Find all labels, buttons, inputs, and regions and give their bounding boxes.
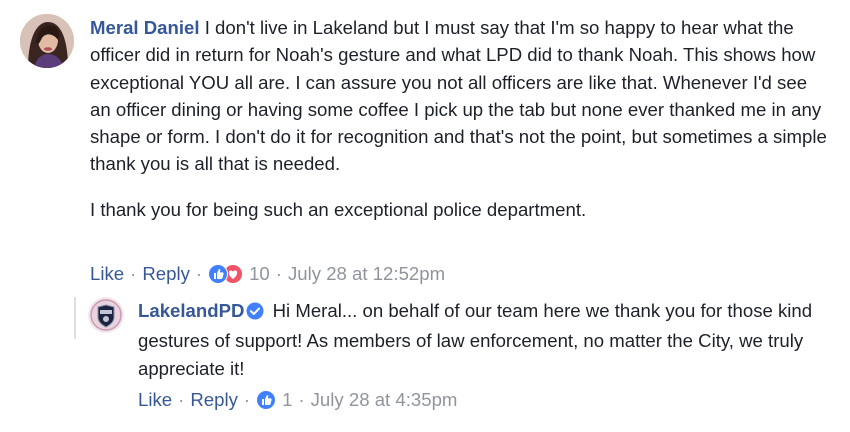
comment-author-link[interactable]: Meral Daniel bbox=[90, 17, 200, 38]
comment-text: I don't live in Lakeland but I must say … bbox=[90, 17, 827, 175]
separator-dot: · bbox=[243, 389, 251, 410]
comment-text-paragraph: I thank you for being such an exceptiona… bbox=[90, 198, 587, 220]
reaction-count[interactable]: 10 bbox=[249, 262, 270, 286]
avatar[interactable] bbox=[20, 14, 74, 68]
reactions-summary[interactable] bbox=[208, 264, 244, 284]
like-icon bbox=[256, 390, 277, 410]
separator-dot: · bbox=[298, 389, 305, 410]
separator-dot: · bbox=[130, 263, 137, 284]
reply-author-link[interactable]: LakelandPD bbox=[138, 300, 244, 321]
reply-link[interactable]: Reply bbox=[190, 388, 238, 412]
avatar[interactable] bbox=[88, 297, 124, 333]
reply-body: LakelandPD Hi Meral... on behalf of our … bbox=[138, 297, 848, 382]
reply-actions: Like · Reply · 1 · July 28 at 4:35pm bbox=[138, 388, 457, 412]
separator-dot: · bbox=[195, 263, 203, 284]
like-link[interactable]: Like bbox=[90, 262, 124, 286]
reaction-count[interactable]: 1 bbox=[282, 388, 292, 412]
timestamp[interactable]: July 28 at 4:35pm bbox=[311, 388, 458, 412]
timestamp[interactable]: July 28 at 12:52pm bbox=[288, 262, 445, 286]
like-link[interactable]: Like bbox=[138, 388, 172, 412]
like-icon bbox=[208, 264, 229, 284]
reactions-summary[interactable] bbox=[256, 390, 277, 410]
separator-dot: · bbox=[275, 263, 282, 284]
police-badge-avatar bbox=[88, 297, 124, 333]
verified-badge-icon bbox=[246, 300, 264, 327]
avatar-photo bbox=[20, 14, 74, 68]
reply-thread-line bbox=[74, 297, 76, 339]
reply-link[interactable]: Reply bbox=[142, 262, 190, 286]
separator-dot: · bbox=[178, 389, 185, 410]
comment-actions: Like · Reply · 10 · July 28 at 12:52pm bbox=[90, 262, 445, 286]
comment-body: Meral Daniel I don't live in Lakeland bu… bbox=[90, 14, 830, 223]
